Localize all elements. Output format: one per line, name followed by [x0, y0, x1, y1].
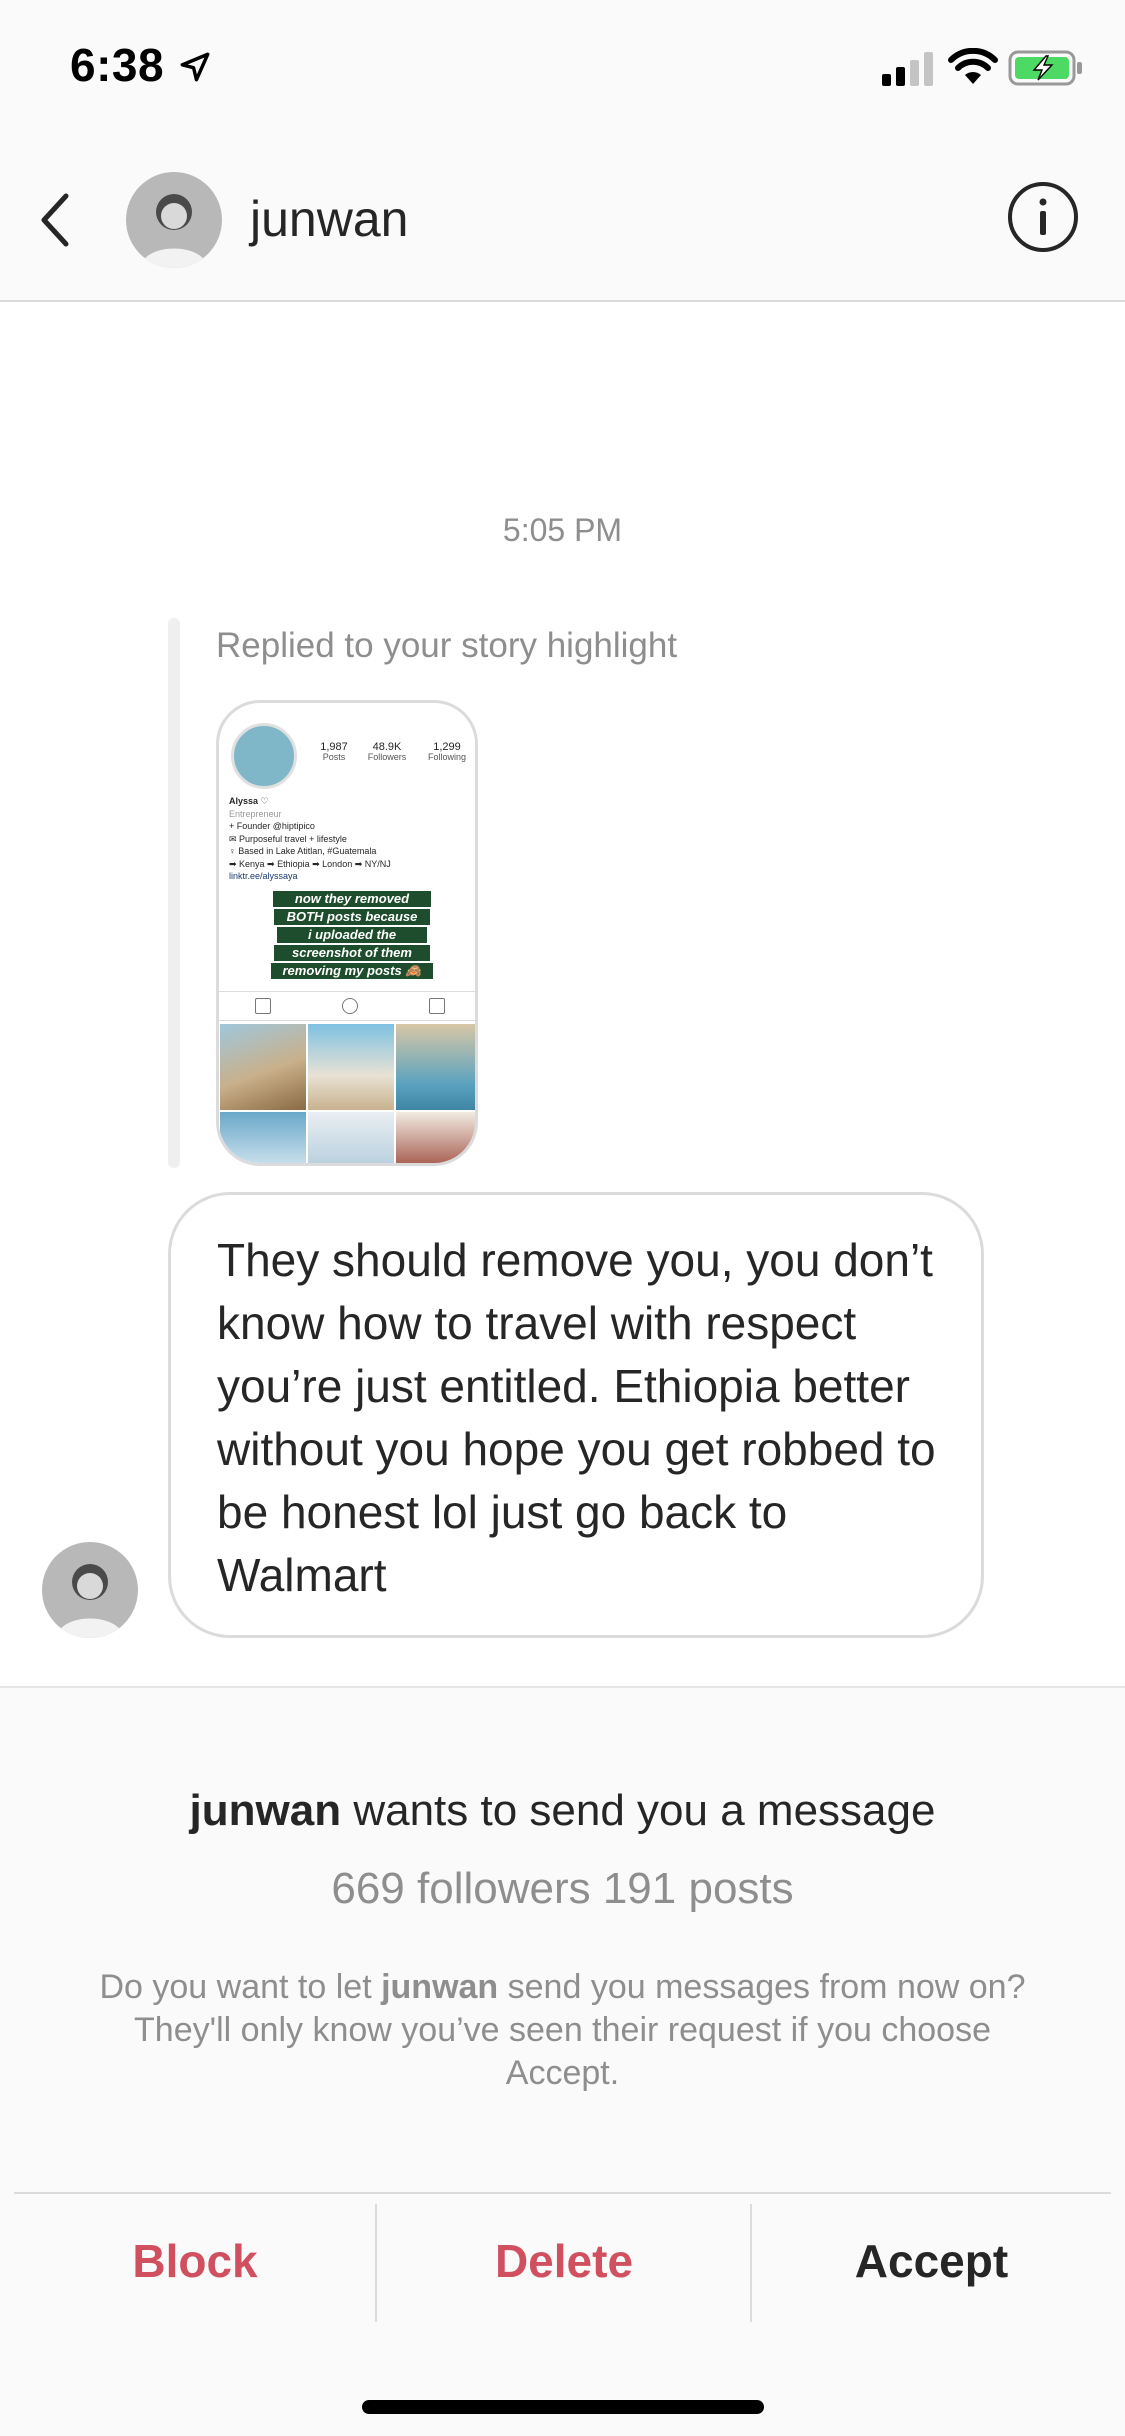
tagged-icon	[429, 998, 445, 1014]
request-desc-prefix: Do you want to let	[99, 1968, 382, 2006]
story-followers-label: Followers	[367, 752, 407, 763]
status-time: 6:38	[70, 39, 165, 91]
back-chevron-icon[interactable]	[28, 182, 88, 258]
reply-indicator-bar	[168, 618, 180, 1168]
request-username: junwan	[189, 1786, 342, 1835]
story-highlight-thumbnail[interactable]: 1,987 Posts 48.9K Followers 1,299 Follow…	[216, 700, 478, 1166]
story-caption: now they removed BOTH posts because i up…	[267, 891, 437, 981]
grid-icon	[255, 998, 271, 1014]
story-caption-line: removing my posts 🙈	[271, 963, 433, 979]
igtv-icon	[342, 998, 358, 1014]
photo-thumbnail	[219, 1023, 307, 1111]
story-profile-avatar	[231, 723, 297, 789]
story-caption-line: BOTH posts because	[274, 909, 430, 925]
photo-thumbnail	[219, 1111, 307, 1163]
story-reply-label: Replied to your story highlight	[216, 626, 678, 665]
story-posts-label: Posts	[322, 752, 346, 763]
story-posts-stat: 1,987 Posts	[311, 741, 357, 763]
story-following-stat: 1,299 Following	[417, 741, 475, 763]
message-bubble[interactable]: They should remove you, you don’t know h…	[168, 1192, 984, 1638]
story-following-label: Following	[427, 752, 467, 763]
photo-thumbnail	[307, 1023, 395, 1111]
message-request-panel: junwan wants to send you a message 669 f…	[0, 1686, 1125, 2436]
story-caption-line: now they removed	[273, 891, 431, 907]
story-followers-stat: 48.9K Followers	[359, 741, 415, 763]
wifi-icon	[948, 48, 998, 84]
accept-button[interactable]: Accept	[752, 2194, 1111, 2328]
request-action-bar: Block Delete Accept	[14, 2192, 1111, 2326]
story-bio-line: ✉ Purposeful travel + lifestyle	[229, 833, 347, 844]
story-bio-line: ♀ Based in Lake Atitlan, #Guatemala	[229, 846, 377, 856]
request-desc-username: junwan	[381, 1968, 499, 2006]
story-bio: Alyssa ♡ Entrepreneur + Founder @hiptipi…	[229, 795, 469, 883]
delete-button[interactable]: Delete	[377, 2194, 751, 2328]
message-text: They should remove you, you don’t know h…	[217, 1234, 936, 1601]
photo-thumbnail	[307, 1111, 395, 1163]
avatar[interactable]	[126, 172, 222, 268]
home-indicator[interactable]	[362, 2400, 764, 2414]
header-username[interactable]: junwan	[250, 190, 408, 248]
story-photo-grid	[219, 1023, 475, 1163]
battery-charging-icon	[1008, 50, 1082, 86]
sender-avatar[interactable]	[42, 1542, 138, 1638]
message-timestamp: 5:05 PM	[502, 512, 623, 548]
cellular-signal-icon	[882, 52, 933, 86]
story-caption-line: screenshot of them	[274, 945, 430, 961]
status-bar: 6:38	[0, 0, 1125, 140]
story-bio-line: ➡ Kenya ➡ Ethiopia ➡ London ➡ NY/NJ	[229, 858, 391, 869]
story-bio-link: linktr.ee/alyssaya	[229, 871, 298, 881]
location-arrow-icon	[180, 52, 210, 82]
request-title-text: wants to send you a message	[341, 1786, 936, 1835]
request-description: Do you want to let junwan send you messa…	[90, 1966, 1035, 2095]
info-circle-icon[interactable]	[1006, 180, 1080, 254]
request-stats: 669 followers 191 posts	[331, 1864, 794, 1913]
request-title: junwan wants to send you a message	[0, 1786, 1125, 1836]
chat-header: junwan	[0, 140, 1125, 302]
photo-thumbnail	[395, 1111, 475, 1163]
photo-thumbnail	[395, 1023, 475, 1111]
story-profile-tabs	[219, 991, 475, 1021]
story-caption-line: i uploaded the	[277, 927, 427, 943]
story-bio-line: + Founder @hiptipico	[229, 821, 315, 831]
story-category: Entrepreneur	[229, 808, 282, 819]
block-button[interactable]: Block	[14, 2194, 376, 2328]
story-name: Alyssa ♡	[229, 796, 269, 806]
